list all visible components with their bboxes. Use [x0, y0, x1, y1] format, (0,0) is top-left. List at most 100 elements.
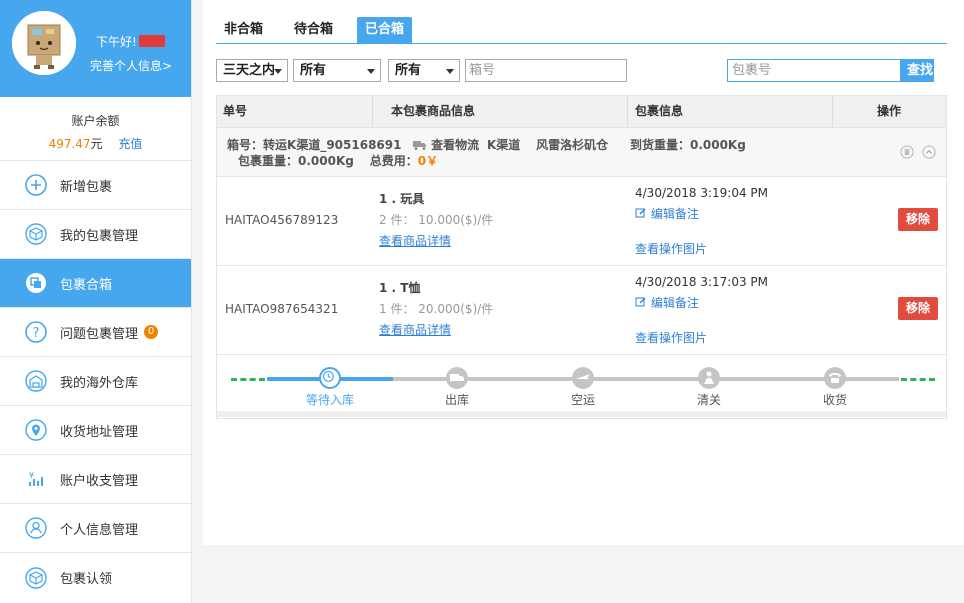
trash-icon[interactable]: [900, 145, 914, 159]
package-icon: [25, 223, 47, 245]
chevron-up-icon[interactable]: [922, 145, 936, 159]
edit-icon: [635, 208, 646, 218]
view-photos-link[interactable]: 查看操作图片: [635, 329, 707, 346]
product-quantity: 2 件： 10.000($)/件: [379, 213, 494, 227]
svg-text:?: ?: [33, 326, 40, 341]
view-product-detail-link[interactable]: 查看商品详情: [379, 321, 451, 338]
tab-merged[interactable]: 已合箱: [357, 17, 413, 43]
shipment-progress: 等待入库 出库 空运 清关 收货: [217, 355, 946, 417]
sidebar: 下午好! 完善个人信息> 账户余额 497.47元 充值 新增包裹 我的包裹管理…: [0, 0, 192, 603]
arrival-weight: 0.000Kg: [689, 138, 746, 152]
table-row: HAITAO456789123 1 . 玩具 2 件： 10.000($)/件 …: [217, 177, 946, 266]
warehouse-icon: [25, 370, 47, 392]
header-divider: [372, 96, 373, 127]
stage-label: 收货: [822, 393, 848, 407]
recharge-link[interactable]: 充值: [118, 137, 142, 151]
sidebar-item-personal-info[interactable]: 个人信息管理: [0, 504, 191, 553]
avatar[interactable]: [12, 11, 76, 75]
greeting-text: 下午好!: [96, 35, 137, 49]
remove-button[interactable]: 移除: [898, 208, 938, 231]
parcel-weight: 0.000Kg: [298, 154, 354, 168]
stage-label: 空运: [570, 393, 596, 407]
plus-circle-icon: [25, 174, 47, 196]
col-package-info: 包裹信息: [635, 104, 684, 118]
sidebar-item-address[interactable]: 收货地址管理: [0, 406, 191, 455]
sidebar-item-finance[interactable]: ¥ 账户收支管理: [0, 455, 191, 504]
main-panel: 非合箱 待合箱 已合箱 三天之内 所有 所有 箱号 包裹号 查找 单号 本包裹商…: [203, 0, 964, 545]
edit-note-link[interactable]: 编辑备注: [635, 205, 699, 222]
box-id: 转运K渠道_905168691: [263, 138, 402, 152]
tab-pending-merge[interactable]: 待合箱: [294, 17, 333, 43]
parcel-weight-label: 包裹重量：: [238, 154, 299, 168]
sidebar-item-overseas-warehouse[interactable]: 我的海外仓库: [0, 357, 191, 406]
box-warehouse: 风雷洛杉矶仓: [536, 138, 609, 152]
col-product-info: 本包裹商品信息: [391, 104, 476, 118]
sidebar-item-problem-packages[interactable]: ? 问题包裹管理 0: [0, 308, 191, 357]
username-badge: [138, 35, 165, 47]
parcel-number-input[interactable]: 包裹号: [727, 59, 901, 82]
view-product-detail-link[interactable]: 查看商品详情: [379, 232, 451, 249]
sidebar-item-merge-packages[interactable]: 包裹合箱: [0, 259, 191, 308]
user-icon: [25, 517, 47, 539]
problem-count-badge: 0: [144, 325, 159, 339]
product-name: 1 . T恤: [379, 281, 421, 295]
question-icon: ?: [25, 321, 47, 343]
remove-button[interactable]: 移除: [898, 297, 938, 320]
total-fee: 0￥: [417, 154, 439, 168]
arrival-weight-label: 到货重量：: [629, 138, 690, 152]
status-select-1[interactable]: 所有: [293, 59, 381, 82]
sidebar-item-add-package[interactable]: 新增包裹: [0, 161, 191, 210]
search-button[interactable]: 查找: [901, 59, 934, 82]
truck-icon: [446, 367, 468, 389]
view-photos-link[interactable]: 查看操作图片: [635, 240, 707, 257]
progress-start-dash: [231, 378, 265, 381]
col-order-no: 单号: [223, 104, 248, 118]
svg-text:¥: ¥: [29, 471, 34, 480]
track-logistics-link[interactable]: 查看物流: [431, 138, 479, 152]
clock-icon: [319, 367, 341, 389]
box-summary-row: 箱号：转运K渠道_905168691 查看物流 K渠道 风雷洛杉矶仓 到货重量：…: [217, 128, 946, 177]
sidebar-item-label: 问题包裹管理: [60, 326, 139, 342]
truck-icon: [413, 141, 427, 150]
edit-note-label: 编辑备注: [650, 296, 699, 310]
status-select-2[interactable]: 所有: [388, 59, 460, 82]
date-range-select[interactable]: 三天之内: [216, 59, 288, 82]
table-header: 单号 本包裹商品信息 包裹信息 操作: [217, 96, 946, 128]
box-channel: K渠道: [486, 138, 521, 152]
filter-bar: 三天之内 所有 所有 箱号 包裹号 查找: [216, 59, 947, 83]
box-label: 箱号：: [227, 138, 264, 152]
plane-icon: [572, 367, 594, 389]
sidebar-item-label: 个人信息管理: [60, 522, 139, 538]
order-number: HAITAO456789123: [225, 213, 339, 227]
edit-note-label: 编辑备注: [650, 207, 699, 221]
balance-amount: 497.47: [48, 137, 91, 151]
table-row: HAITAO987654321 1 . T恤 1 件： 20.000($)/件 …: [217, 266, 946, 355]
sidebar-item-my-packages[interactable]: 我的包裹管理: [0, 210, 191, 259]
edit-note-link[interactable]: 编辑备注: [635, 294, 699, 311]
avatar-image: [12, 11, 76, 75]
order-number: HAITAO987654321: [225, 302, 339, 316]
profile-header: 下午好! 完善个人信息>: [0, 0, 191, 97]
stage-label: 等待入库: [305, 393, 355, 407]
location-pin-icon: [25, 419, 47, 441]
header-divider: [832, 96, 833, 127]
balance-unit: 元: [90, 137, 103, 151]
tab-not-merged[interactable]: 非合箱: [224, 17, 263, 43]
progress-end-dash: [901, 378, 935, 381]
balance-label: 账户余额: [71, 114, 120, 128]
product-name: 1 . 玩具: [379, 192, 425, 206]
table-footer-strip: [217, 411, 946, 417]
product-quantity: 1 件： 20.000($)/件: [379, 302, 494, 316]
package-claim-icon: [25, 566, 47, 589]
box-number-input[interactable]: 箱号: [465, 59, 627, 82]
sidebar-item-label: 我的海外仓库: [60, 375, 139, 391]
sidebar-item-label: 包裹合箱: [60, 277, 113, 293]
package-time: 4/30/2018 3:19:04 PM: [635, 186, 769, 200]
finance-icon: ¥: [29, 471, 43, 486]
package-time: 4/30/2018 3:17:03 PM: [635, 275, 769, 289]
sidebar-item-label: 账户收支管理: [60, 473, 139, 489]
total-fee-label: 总费用：: [369, 154, 418, 168]
merge-box-icon: [26, 273, 46, 293]
complete-profile-link[interactable]: 完善个人信息>: [90, 57, 172, 74]
sidebar-item-package-claim[interactable]: 包裹认领: [0, 553, 191, 602]
